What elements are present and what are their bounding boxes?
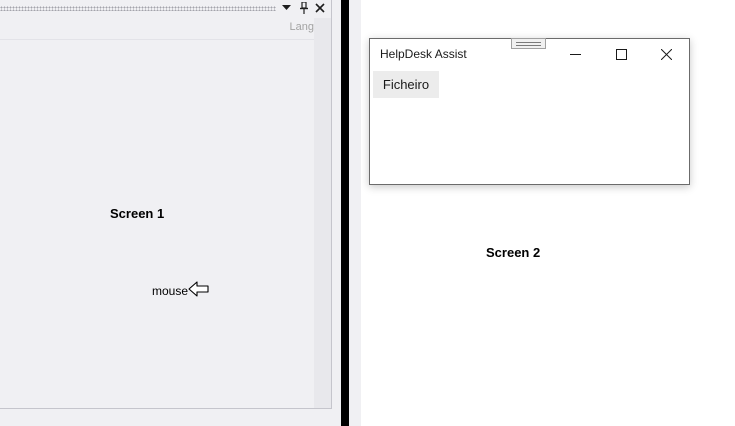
menu-item-file[interactable]: Ficheiro [373, 71, 439, 98]
panel-toolbar: Lang [0, 18, 314, 40]
close-button[interactable] [643, 39, 689, 69]
maximize-icon [615, 48, 627, 60]
screen-2-label: Screen 2 [486, 245, 541, 260]
screen-1: Lang Screen 1 mouse [0, 0, 341, 426]
pin-icon[interactable] [296, 0, 311, 16]
panel-title-bar[interactable] [0, 0, 331, 17]
app-window: HelpDesk Assist Ficheiro [369, 38, 690, 185]
mouse-label: mouse [152, 284, 189, 298]
tool-window-panel: Lang [0, 0, 332, 409]
language-label[interactable]: Lang [290, 21, 314, 33]
screen-edge [349, 0, 361, 426]
panel-drag-grip[interactable] [0, 6, 276, 11]
close-icon [660, 48, 672, 60]
window-title: HelpDesk Assist [380, 47, 467, 61]
window-title-bar[interactable]: HelpDesk Assist [370, 38, 689, 69]
snap-handle-icon[interactable] [511, 38, 546, 49]
mouse-pointer-icon [188, 280, 210, 302]
screen-1-label: Screen 1 [110, 206, 165, 221]
maximize-button[interactable] [598, 39, 644, 69]
chevron-down-icon[interactable] [279, 0, 294, 16]
mouse-indicator: mouse [152, 280, 210, 302]
vertical-scrollbar[interactable] [314, 18, 331, 408]
minimize-button[interactable] [552, 39, 598, 69]
screen-divider [341, 0, 349, 426]
close-icon[interactable] [312, 0, 327, 16]
minimize-icon [569, 53, 581, 55]
